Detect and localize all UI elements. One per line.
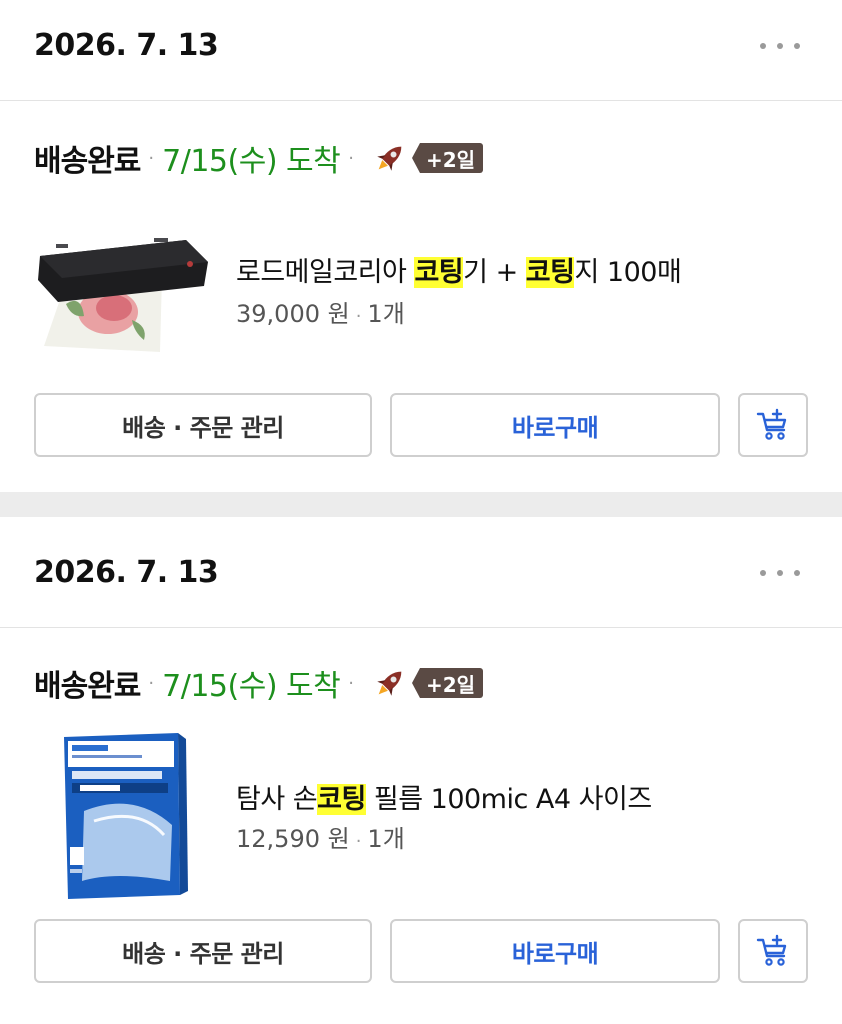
add-to-cart-button[interactable] <box>738 919 808 983</box>
order-card: 2026. 7. 13 배송완료 · 7/15(수) 도착 · +2일 <box>0 0 842 492</box>
separator-dot: · <box>348 147 354 169</box>
arrival-date: 7/15(수) 도착 <box>162 669 341 704</box>
add-to-cart-button[interactable] <box>738 393 808 457</box>
product-quantity: 1개 <box>367 825 405 853</box>
extra-days-badge: +2일 <box>412 143 484 173</box>
product-name[interactable]: 로드메일코리아 코팅기 + 코팅지 100매 <box>236 250 682 289</box>
cart-add-icon <box>756 408 787 440</box>
delivery-order-manage-button[interactable]: 배송 · 주문 관리 <box>34 393 372 457</box>
product-name[interactable]: 탐사 손코팅 필름 100mic A4 사이즈 <box>236 777 652 816</box>
product-name-text: 기 + <box>463 257 526 288</box>
product-name-text: 지 100매 <box>574 257 682 288</box>
more-options-icon[interactable] <box>760 38 800 54</box>
buy-now-button[interactable]: 바로구매 <box>390 393 720 457</box>
order-date: 2026. 7. 13 <box>34 555 219 590</box>
order-date: 2026. 7. 13 <box>34 28 219 63</box>
delivery-status-row: 배송완료 · 7/15(수) 도착 · +2일 <box>34 663 484 704</box>
rocket-icon <box>377 146 402 171</box>
cart-add-icon <box>756 934 787 966</box>
separator-dot: · <box>355 831 362 852</box>
separator-dot: · <box>348 672 354 694</box>
separator-dot: · <box>148 672 155 694</box>
delivery-status: 배송완료 <box>34 669 141 704</box>
product-name-text: 탐사 손 <box>236 784 318 815</box>
separator-dot: · <box>148 147 155 169</box>
product-name-text: 필름 100mic A4 사이즈 <box>365 784 652 815</box>
product-name-text: 로드메일코리아 <box>236 257 415 288</box>
product-meta: 12,590 원 · 1개 <box>236 819 405 854</box>
more-options-icon[interactable] <box>760 565 800 581</box>
order-card: 2026. 7. 13 배송완료 · 7/15(수) 도착 · +2일 <box>0 517 842 1024</box>
separator-dot: · <box>355 306 362 327</box>
search-highlight: 코팅 <box>414 257 464 288</box>
laminator-product-image[interactable] <box>36 234 212 358</box>
extra-days-badge: +2일 <box>412 668 484 698</box>
search-highlight: 코팅 <box>317 784 366 815</box>
product-price: 12,590 원 <box>236 825 350 853</box>
product-quantity: 1개 <box>367 300 405 328</box>
product-price: 39,000 원 <box>236 300 350 328</box>
buy-now-button[interactable]: 바로구매 <box>390 919 720 983</box>
rocket-icon <box>377 671 402 696</box>
order-header: 2026. 7. 13 <box>0 0 842 101</box>
delivery-status-row: 배송완료 · 7/15(수) 도착 · +2일 <box>34 138 484 179</box>
search-highlight: 코팅 <box>525 257 575 288</box>
arrival-date: 7/15(수) 도착 <box>162 144 341 179</box>
delivery-status: 배송완료 <box>34 144 141 179</box>
laminating-film-product-image[interactable] <box>54 731 204 901</box>
delivery-order-manage-button[interactable]: 배송 · 주문 관리 <box>34 919 372 983</box>
product-meta: 39,000 원 · 1개 <box>236 294 405 329</box>
order-header: 2026. 7. 13 <box>0 517 842 628</box>
